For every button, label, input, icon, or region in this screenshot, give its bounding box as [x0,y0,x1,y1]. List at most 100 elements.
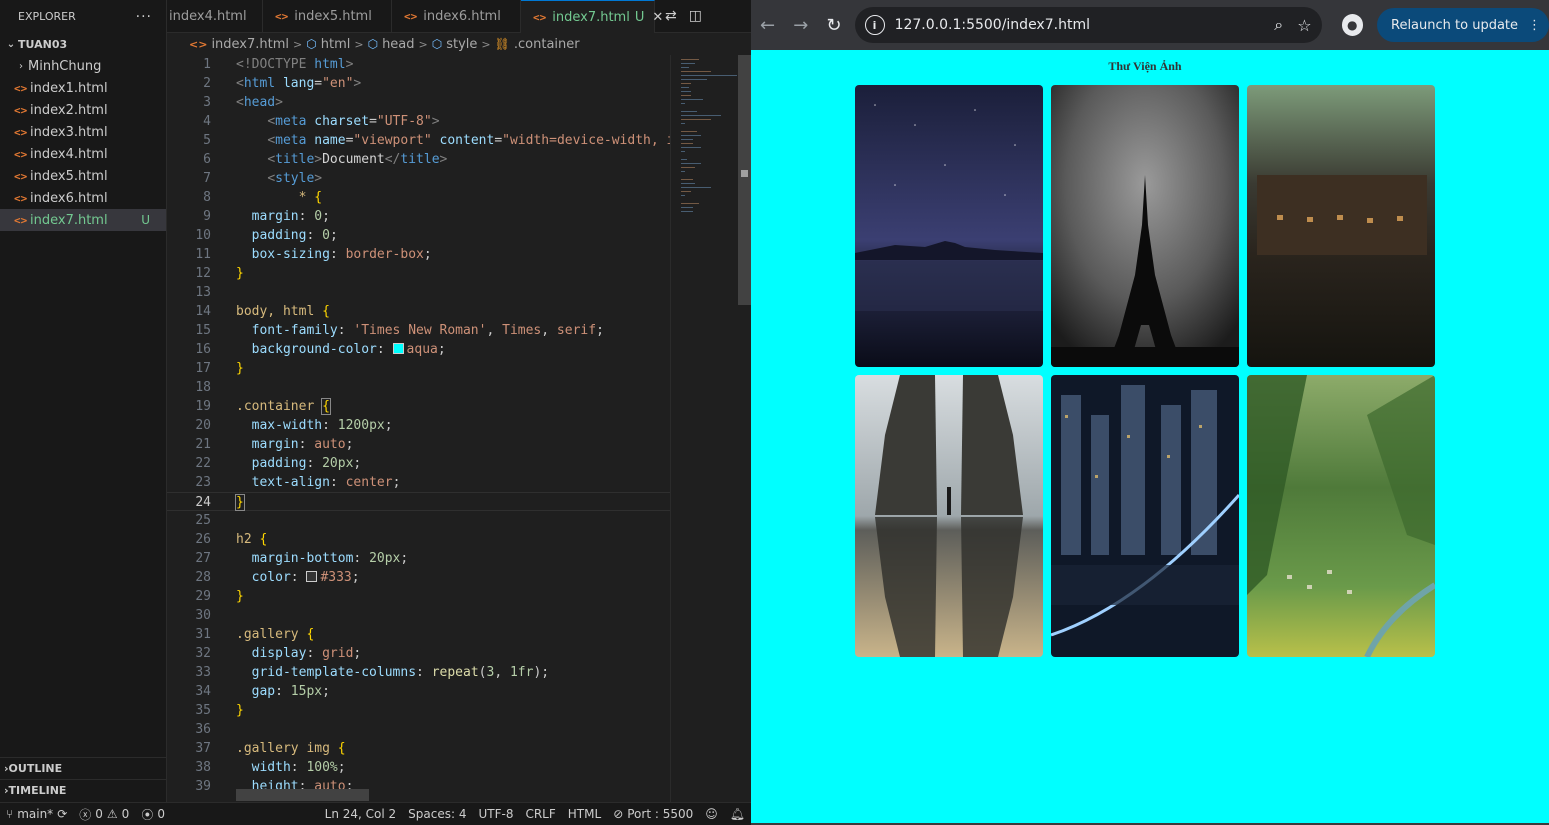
color-swatch[interactable] [306,571,318,582]
line-number: 4 [203,114,211,129]
explorer-item-label: index6.html [30,190,108,206]
compare-changes-icon[interactable]: ⇄ [665,8,677,24]
editor-actions: ⇄ ◫ [655,0,712,32]
code-line: 1 <!DOCTYPE html> [167,55,670,74]
explorer-item-index4[interactable]: <> index4.html [0,143,166,165]
html-file-icon: <> [189,37,208,51]
tab-index5[interactable]: <> index5.html [263,0,392,33]
bookmark-star-icon[interactable]: ☆ [1297,16,1311,35]
explorer-item-index1[interactable]: <> index1.html [0,77,166,99]
kebab-menu-icon[interactable]: ⋮ [1528,18,1541,33]
code-token: Document [322,152,385,167]
address-bar[interactable]: i 127.0.0.1:5500/index7.html ⌕ ☆ [854,7,1322,43]
temple-gate-art [855,375,1043,657]
explorer-item-index3[interactable]: <> index3.html [0,121,166,143]
line-number: 11 [195,247,211,262]
horizontal-scrollbar-thumb[interactable] [236,789,369,801]
code-token: 20px [369,551,401,566]
outline-label: OUTLINE [8,762,63,775]
line-number: 21 [195,437,211,452]
code-line: 26 h2 { [167,530,670,549]
editor-scrollbar[interactable] [738,55,751,802]
tab-index7[interactable]: <> index7.html U ✕ [521,0,663,33]
code-token: .gallery [236,627,307,642]
code-token: 0 [322,228,330,243]
line-number: 27 [195,551,211,566]
encoding[interactable]: UTF-8 [472,807,519,821]
element-icon: ⬡ [431,37,443,51]
code-line: 6 <title>Document</title> [167,150,670,169]
site-info-icon[interactable]: i [864,15,885,35]
breadcrumb-item[interactable]: index7.html [211,37,289,52]
cursor-position[interactable]: Ln 24, Col 2 [319,807,403,821]
forward-arrow-icon[interactable]: → [784,8,817,42]
minimap-line [681,143,693,144]
explorer-sidebar: EXPLORER ··· ⌄ TUAN03 › MinhChung <> ind… [0,0,167,802]
problems-status[interactable]: ⓧ 0 ⚠ 0 [73,806,135,823]
line-number: 18 [195,380,211,395]
scrollbar-thumb[interactable] [738,55,751,305]
workspace-folder[interactable]: ⌄ TUAN03 [0,33,166,55]
url-text[interactable]: 127.0.0.1:5500/index7.html [895,17,1261,33]
indentation[interactable]: Spaces: 4 [402,807,472,821]
code-token: background-color [251,342,377,357]
code-line: 15 font-family: 'Times New Roman', Times… [167,321,670,340]
tab-label: index5.html [294,9,372,24]
code-line: 3 <head> [167,93,670,112]
relaunch-label: Relaunch to update [1391,17,1519,33]
minimap-line [681,211,693,212]
copilot-icon[interactable]: ☺ [699,807,724,821]
breadcrumb-item[interactable]: .container [514,37,580,52]
code-token: margin [251,437,299,452]
language-mode[interactable]: HTML [562,807,607,821]
relaunch-button[interactable]: Relaunch to update ⋮ [1377,8,1549,42]
color-swatch[interactable] [392,343,404,354]
explorer-item-index5[interactable]: <> index5.html [0,165,166,187]
night-lake-image [855,85,1043,367]
tab-index4[interactable]: index4.html [167,0,263,33]
code-token: grid [322,646,354,661]
breadcrumb-item[interactable]: head [382,37,414,52]
profile-avatar-icon[interactable]: ● [1341,14,1363,36]
timeline-section[interactable]: › TIMELINE [0,779,167,801]
web-page: Thư Viện Ảnh [751,50,1549,823]
line-number: 39 [195,779,211,794]
outline-section[interactable]: › OUTLINE [0,757,167,779]
code-token: auto [314,437,346,452]
editor-tabs: index4.html <> index5.html <> index6.htm… [167,0,751,33]
bell-icon[interactable]: 🔔︎ [724,807,751,821]
code-line: 37 .gallery img { [167,739,670,758]
explorer-item-index6[interactable]: <> index6.html [0,187,166,209]
tab-index6[interactable]: <> index6.html [392,0,521,33]
code-line: 8 * { [167,188,670,207]
back-arrow-icon[interactable]: ← [751,8,784,42]
untracked-badge: U [141,213,150,227]
breadcrumb-item[interactable]: style [446,37,477,52]
ports-status[interactable]: ⦿ 0 [135,806,171,823]
line-number: 9 [203,209,211,224]
code-token: width [251,760,291,775]
git-branch-icon: ⑂ [6,807,14,821]
warning-icon: ⚠ [106,807,118,821]
code-line: 36 [167,720,670,739]
more-icon[interactable]: ··· [136,9,152,25]
split-editor-icon[interactable]: ◫ [689,8,702,24]
port-label: Port : 5500 [627,807,694,821]
code-line: 25 [167,511,670,530]
explorer-item-index7[interactable]: <> index7.html U [0,209,166,231]
code-editor[interactable]: 1 <!DOCTYPE html> 2 <html lang="en"> 3 <hea… [167,55,670,802]
line-endings[interactable]: CRLF [519,807,561,821]
breadcrumb-item[interactable]: html [321,37,351,52]
explorer-item-minhchung[interactable]: › MinhChung [0,55,166,77]
stilt-village-image [1247,85,1435,367]
minimap-line [681,187,711,188]
live-server-port[interactable]: ⊘ Port : 5500 [607,807,699,821]
minimap[interactable] [670,55,738,802]
branch-status[interactable]: ⑂ main* ⟳ [0,807,73,821]
explorer-item-index2[interactable]: <> index2.html [0,99,166,121]
minimap-line [681,139,693,140]
reload-icon[interactable]: ↻ [817,8,850,42]
code-line: 4 <meta charset="UTF-8"> [167,112,670,131]
zoom-icon[interactable]: ⌕ [1274,15,1283,35]
error-count: 0 [95,807,103,821]
